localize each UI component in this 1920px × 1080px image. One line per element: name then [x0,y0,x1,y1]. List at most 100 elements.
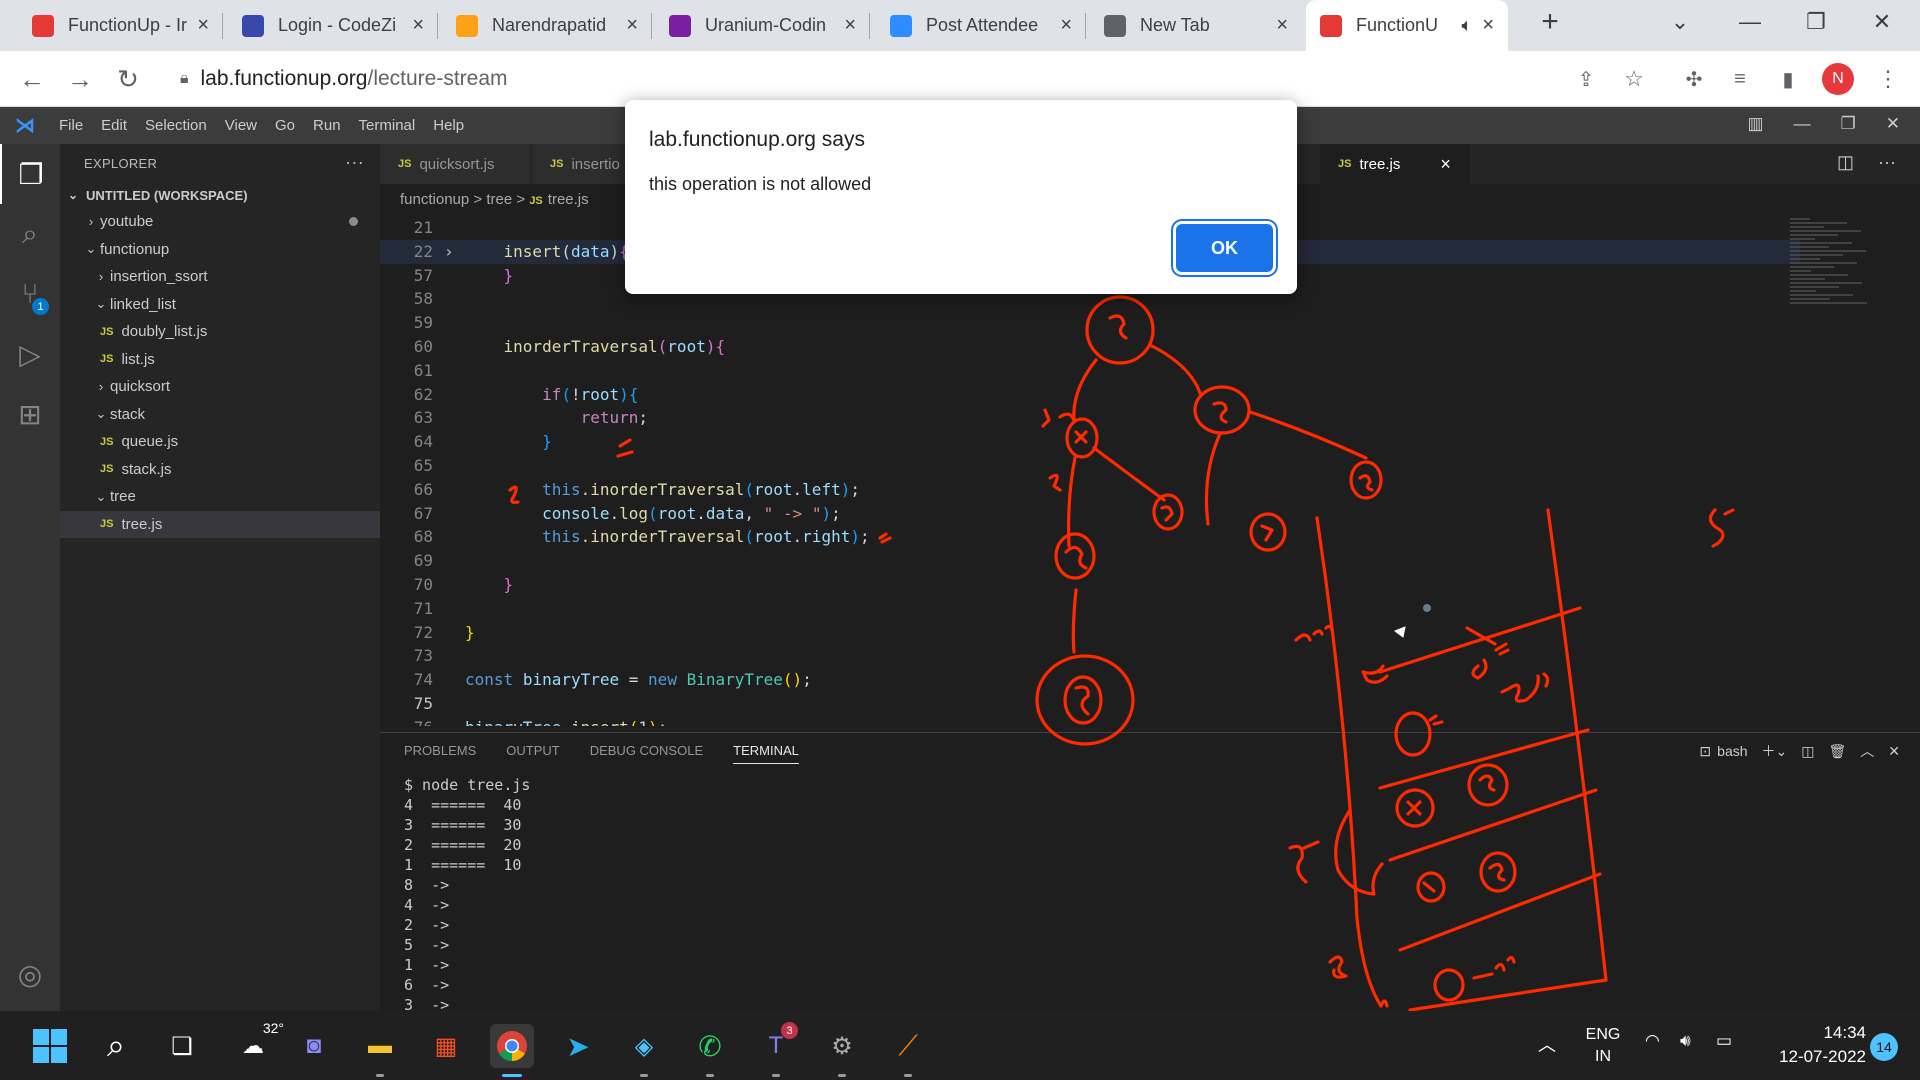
functionup-app-icon[interactable]: ⟋ [886,1024,930,1077]
teams-chat-icon[interactable]: ◙ [292,1024,336,1068]
menu-item-selection[interactable]: Selection [136,117,216,134]
menu-item-view[interactable]: View [216,117,266,134]
tree-item[interactable]: ⌄ linked_list [60,291,380,319]
minimap[interactable] [1790,216,1900,356]
browser-tab[interactable]: FunctionU 🔈︎ × [1306,0,1508,51]
search-icon[interactable]: ⌕ [0,204,60,264]
vscode-close-icon[interactable]: ✕ [1886,114,1900,134]
terminal-output[interactable]: $ node tree.js 4 ====== 40 3 ====== 30 2 ==… [404,775,530,1015]
maximize-panel-icon[interactable]: ︿ [1860,741,1874,761]
close-tab-icon[interactable]: × [1276,14,1288,37]
browser-menu-icon[interactable]: ⋮ [1870,61,1906,97]
wifi-icon[interactable]: ◠ [1645,1031,1660,1051]
workspace-header[interactable]: ⌄ UNTITLED (WORKSPACE) [60,182,380,208]
close-tab-icon[interactable]: × [844,14,856,37]
panel-tab-debug-console[interactable]: DEBUG CONSOLE [590,743,703,764]
panel-tab-terminal[interactable]: TERMINAL [733,743,799,764]
weather-widget[interactable]: ☁ 32° [228,1020,284,1068]
tree-item[interactable]: JS queue.js [60,428,380,456]
more-actions-icon[interactable]: ··· [345,152,364,173]
menu-item-terminal[interactable]: Terminal [350,117,425,134]
new-terminal-icon[interactable]: ＋⌄ [1762,741,1788,761]
account-icon[interactable]: ◎ [0,944,60,1004]
audio-playing-icon[interactable]: 🔈︎ [1462,15,1473,36]
breadcrumb-item[interactable]: functionup [400,191,469,208]
browser-tab[interactable]: Post Attendee × [876,0,1086,51]
browser-tab[interactable]: New Tab × [1090,0,1302,51]
whatsapp-icon[interactable]: ✆ [688,1024,732,1077]
editor-tab-quicksort[interactable]: JS quicksort.js [380,144,530,184]
ok-button[interactable]: OK [1176,224,1273,272]
minimize-icon[interactable]: — [1720,0,1780,44]
share-icon[interactable]: ⇪ [1568,61,1604,97]
browser-tab[interactable]: Login - CodeZi × [228,0,438,51]
notification-badge[interactable]: 14 [1870,1033,1898,1061]
panel-tab-output[interactable]: OUTPUT [506,743,559,764]
menu-item-file[interactable]: File [50,117,92,134]
close-tab-icon[interactable]: × [197,14,209,37]
breadcrumb-item[interactable]: tree [486,191,512,208]
battery-icon[interactable]: ▭ [1716,1031,1732,1051]
tree-item[interactable]: ⌄ stack [60,401,380,429]
extensions-icon[interactable]: ✣ [1676,61,1712,97]
settings-gear-icon[interactable]: ⚙ [820,1024,864,1077]
source-control-icon[interactable]: ⑂ 1 [0,264,60,324]
reload-button[interactable]: ↻ [110,61,146,97]
media-control-icon[interactable]: ≡ [1722,61,1758,97]
menu-item-help[interactable]: Help [424,117,473,134]
file-explorer-icon[interactable]: ▬ [358,1024,402,1077]
tree-item[interactable]: JS doubly_list.js [60,318,380,346]
tree-item[interactable]: JS stack.js [60,456,380,484]
chrome-taskbar-icon[interactable] [490,1024,534,1077]
menu-item-edit[interactable]: Edit [92,117,136,134]
clock[interactable]: 14:34 12-07-2022 [1756,1021,1866,1069]
vscode-restore-icon[interactable]: ❐ [1841,114,1856,134]
fold-chevron-icon[interactable]: › [444,240,454,264]
close-tab-icon[interactable]: × [1440,154,1451,175]
show-hidden-icons[interactable]: ︿ [1538,1031,1556,1057]
side-panel-icon[interactable]: ▮ [1770,61,1806,97]
split-editor-icon[interactable]: ◫ [1837,152,1854,173]
task-view-icon[interactable]: ❏ [160,1024,204,1068]
remote-desktop-icon[interactable]: ◈ [622,1024,666,1077]
address-bar[interactable]: 🔒︎ lab.functionup.org/lecture-stream [164,59,1649,99]
back-button[interactable]: ← [14,61,50,97]
close-window-icon[interactable]: ✕ [1852,0,1912,44]
restore-icon[interactable]: ❐ [1786,0,1846,44]
tree-item[interactable]: › insertion_ssort [60,263,380,291]
start-button[interactable] [28,1024,72,1068]
menu-item-run[interactable]: Run [304,117,350,134]
tree-item[interactable]: JS list.js [60,346,380,374]
close-panel-icon[interactable]: ✕ [1888,743,1900,760]
language-indicator[interactable]: ENG IN [1580,1024,1626,1068]
tree-item[interactable]: › youtube [60,208,380,236]
split-terminal-icon[interactable]: ◫ [1801,743,1814,760]
forward-button[interactable]: → [62,61,98,97]
close-tab-icon[interactable]: × [626,14,638,37]
editor-more-icon[interactable]: ··· [1878,152,1896,173]
volume-icon[interactable]: 🔊︎ [1680,1031,1691,1051]
microsoft-store-icon[interactable]: ▦ [424,1024,468,1068]
tab-search-icon[interactable]: ⌄ [1650,0,1710,44]
new-tab-button[interactable]: + [1520,0,1580,44]
telegram-icon[interactable]: ➤ [556,1024,600,1068]
browser-tab[interactable]: Uranium-Codin × [655,0,870,51]
editor-tab-tree[interactable]: JS tree.js × [1320,144,1470,184]
layout-icon[interactable]: ▥ [1747,114,1763,134]
panel-tab-problems[interactable]: PROBLEMS [404,743,476,764]
kill-terminal-icon[interactable]: 🗑︎ [1828,743,1846,760]
breadcrumb-item[interactable]: tree.js [548,191,589,208]
menu-item-go[interactable]: Go [266,117,304,134]
tree-item[interactable]: ⌄ tree [60,483,380,511]
browser-tab[interactable]: FunctionUp - Ir × [18,0,223,51]
tree-item[interactable]: › quicksort [60,373,380,401]
search-taskbar-icon[interactable]: ⌕ [94,1024,138,1068]
close-tab-icon[interactable]: × [1060,14,1072,37]
vscode-minimize-icon[interactable]: — [1794,114,1811,134]
tree-item[interactable]: JS tree.js [60,510,380,538]
terminal-shell-label[interactable]: bash [1717,743,1747,759]
close-tab-icon[interactable]: × [1482,14,1494,37]
teams-icon[interactable]: T3 [754,1022,798,1077]
close-tab-icon[interactable]: × [412,14,424,37]
bookmark-star-icon[interactable]: ☆ [1616,61,1652,97]
